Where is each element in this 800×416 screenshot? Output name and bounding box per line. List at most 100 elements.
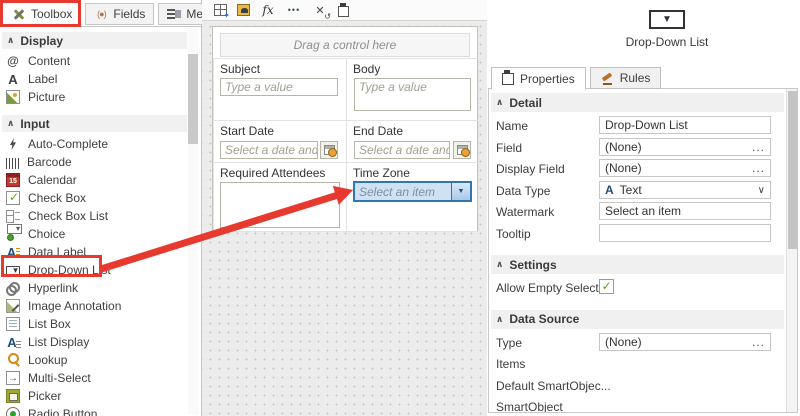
toolbox-item-multi-select[interactable]: Multi-Select: [0, 369, 201, 387]
item-label: Drop-Down List: [28, 263, 111, 277]
barcode-icon: [6, 158, 19, 169]
required-attendees-textarea[interactable]: [220, 182, 340, 228]
property-row-tooltip: Tooltip: [489, 223, 786, 245]
start-date-picker-button[interactable]: [320, 141, 338, 159]
item-label: List Display: [28, 335, 89, 349]
time-zone-placeholder: Select an item: [359, 185, 435, 199]
clear-icon[interactable]: [312, 3, 328, 18]
data-type-dropdown[interactable]: AText∨: [599, 181, 771, 199]
allow-empty-checkbox[interactable]: [599, 279, 614, 294]
property-row-items: Items: [489, 353, 786, 375]
item-label: Picker: [28, 389, 61, 403]
autolayout-table-icon[interactable]: [214, 4, 227, 16]
end-date-picker-button[interactable]: [453, 141, 471, 159]
section-data-source[interactable]: ∧ Data Source: [491, 310, 784, 329]
time-zone-dropdown-selected[interactable]: Select an item: [353, 181, 472, 202]
tab-properties[interactable]: Properties: [491, 67, 586, 90]
section-detail[interactable]: ∧ Detail: [491, 93, 784, 112]
ellipsis-button[interactable]: ...: [752, 160, 765, 176]
toolbox-item-data-label[interactable]: Data Label: [0, 243, 201, 261]
ellipsis-button[interactable]: ...: [752, 139, 765, 155]
paste-icon[interactable]: [338, 6, 349, 17]
property-row-field: Field (None)...: [489, 137, 786, 159]
scrollbar-thumb[interactable]: [188, 54, 198, 144]
property-label: Allow Empty Selecti...: [496, 281, 611, 295]
time-zone-label: Time Zone: [353, 166, 410, 180]
field-picker[interactable]: (None)...: [599, 138, 771, 156]
drop-zone[interactable]: Drag a control here: [220, 33, 470, 57]
choice-icon: [6, 227, 20, 241]
left-tab-bar: Toolbox Fields Methods: [0, 0, 201, 27]
date-picker-icon: [457, 145, 468, 155]
multi-select-icon: [6, 371, 20, 385]
radio-button-icon: [6, 407, 20, 416]
time-zone-cell[interactable]: Time Zone Select an item: [346, 162, 479, 232]
body-cell[interactable]: Body Type a value: [346, 58, 479, 121]
property-row-type: Type (None)...: [489, 332, 786, 354]
subject-input[interactable]: Type a value: [220, 78, 338, 96]
toolbox-item-drop-down-list[interactable]: Drop-Down List: [0, 261, 201, 279]
toolbox-item-list-display[interactable]: List Display: [0, 333, 201, 351]
required-attendees-cell[interactable]: Required Attendees: [213, 162, 347, 232]
text-type-icon: A: [605, 183, 614, 197]
ellipsis-button[interactable]: ...: [752, 334, 765, 350]
section-data-source-title: Data Source: [509, 312, 579, 326]
toolbox-item-calendar[interactable]: Calendar: [0, 171, 201, 189]
expression-icon[interactable]: [260, 3, 276, 18]
toolbox-item-radio-button[interactable]: Radio Button: [0, 405, 201, 416]
item-label: Lookup: [28, 353, 67, 367]
toolbox-item-list-box[interactable]: List Box: [0, 315, 201, 333]
toolbox-item-check-box-list[interactable]: Check Box List: [0, 207, 201, 225]
name-input[interactable]: Drop-Down List: [599, 116, 771, 134]
end-date-cell[interactable]: End Date Select a date and: [346, 120, 479, 163]
toolbox-scrollbar[interactable]: [188, 28, 198, 415]
toolbox-icon: [12, 7, 26, 21]
dropdown-arrow-button[interactable]: [451, 183, 470, 200]
end-date-input[interactable]: Select a date and: [354, 141, 450, 159]
item-label: Label: [28, 72, 57, 86]
hyperlink-icon: [6, 281, 20, 295]
property-label: Field: [496, 141, 522, 155]
tooltip-input[interactable]: [599, 224, 771, 242]
item-label: Auto-Complete: [28, 137, 108, 151]
toolbox-item-check-box[interactable]: Check Box: [0, 189, 201, 207]
tab-rules[interactable]: Rules: [590, 67, 662, 89]
subject-cell[interactable]: Subject Type a value: [213, 58, 347, 121]
section-settings[interactable]: ∧ Settings: [491, 255, 784, 274]
tab-fields[interactable]: Fields: [85, 3, 154, 25]
required-attendees-label: Required Attendees: [220, 166, 325, 180]
toolbox-item-picture[interactable]: Picture: [0, 88, 201, 106]
start-date-input[interactable]: Select a date and: [220, 141, 318, 159]
scrollbar-thumb[interactable]: [788, 91, 797, 249]
start-date-cell[interactable]: Start Date Select a date and: [213, 120, 347, 163]
design-canvas: Drag a control here Subject Type a value…: [202, 0, 487, 416]
body-textarea[interactable]: Type a value: [354, 78, 471, 111]
section-display[interactable]: ∧ Display: [2, 32, 187, 49]
toolbox-item-picker[interactable]: Picker: [0, 387, 201, 405]
collapse-icon: ∧: [496, 259, 503, 270]
item-label: Multi-Select: [28, 371, 91, 385]
view-canvas-icon[interactable]: [237, 4, 250, 16]
methods-icon: [167, 7, 181, 21]
data-source-type-picker[interactable]: (None)...: [599, 333, 771, 351]
toolbox-item-image-annotation[interactable]: Image Annotation: [0, 297, 201, 315]
tab-toolbox[interactable]: Toolbox: [3, 3, 81, 25]
section-input[interactable]: ∧ Input: [2, 115, 187, 132]
watermark-input[interactable]: Select an item: [599, 202, 771, 220]
toolbox-item-barcode[interactable]: Barcode: [0, 153, 201, 171]
toolbox-list: ∧ Display Content Label Picture ∧ Input: [0, 27, 201, 416]
property-label: Default SmartObjec...: [496, 379, 611, 393]
display-field-picker[interactable]: (None)...: [599, 159, 771, 177]
properties-scrollbar[interactable]: [786, 89, 797, 412]
toolbox-item-auto-complete[interactable]: Auto-Complete: [0, 135, 201, 153]
toolbox-item-lookup[interactable]: Lookup: [0, 351, 201, 369]
toolbox-item-label[interactable]: Label: [0, 70, 201, 88]
toolbox-item-content[interactable]: Content: [0, 52, 201, 70]
item-label: Radio Button: [28, 407, 97, 416]
more-actions-icon[interactable]: [286, 3, 302, 18]
property-label: Tooltip: [496, 227, 531, 241]
toolbox-item-choice[interactable]: Choice: [0, 225, 201, 243]
toolbox-item-hyperlink[interactable]: Hyperlink: [0, 279, 201, 297]
property-row-allow-empty: Allow Empty Selecti...: [489, 277, 786, 299]
chevron-down-icon[interactable]: ∨: [758, 183, 765, 199]
